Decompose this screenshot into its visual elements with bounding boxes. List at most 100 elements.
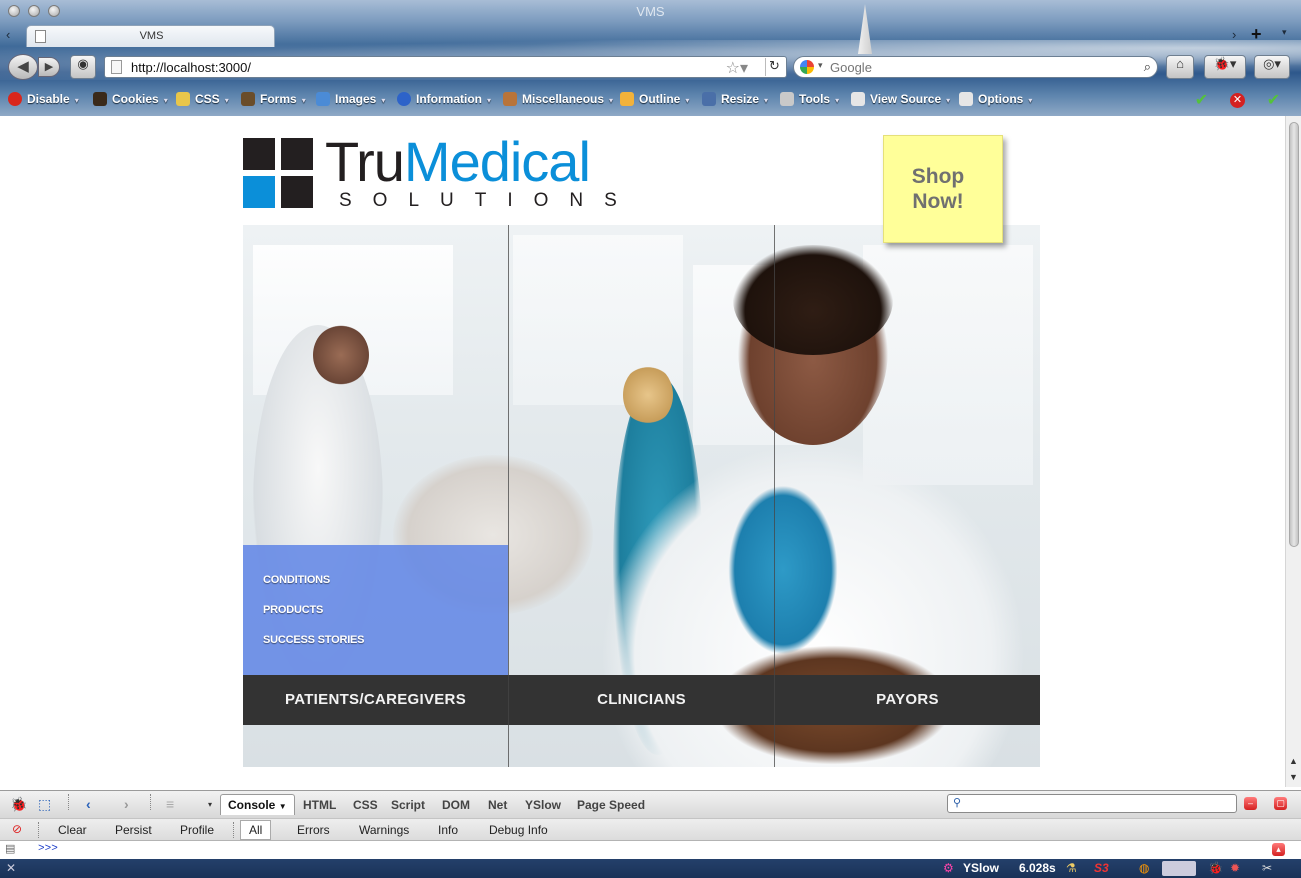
wd-tools[interactable]: Tools ▾ <box>780 92 839 106</box>
wd-disable[interactable]: Disable ▾ <box>8 92 79 106</box>
colorzilla-icon: ◎▾ <box>1263 56 1281 71</box>
css-valid-check-icon[interactable]: ✔ <box>1194 93 1209 109</box>
javascript-error-icon[interactable]: ✕ <box>1230 93 1245 108</box>
tab-scroll-left-icon[interactable]: ‹ <box>6 27 10 42</box>
clear-button[interactable]: Clear <box>58 823 87 837</box>
url-bar[interactable]: http://localhost:3000/ ☆▾ ↻ <box>104 56 787 78</box>
tab-css[interactable]: CSS <box>353 798 378 812</box>
page-scrollbar[interactable]: ▲ ▼ <box>1285 116 1301 787</box>
inspect-icon[interactable]: ⬚ <box>38 796 51 813</box>
firebug-menu-icon[interactable]: 🐞 <box>10 796 27 813</box>
break-on-error-icon[interactable]: ⊘ <box>12 822 22 836</box>
firebug-toolbar: 🐞 ⬚ ‹ › ≡ ▾ Console ▼ HTML CSS Script DO… <box>0 790 1301 818</box>
logo-word-medical: Medical <box>403 130 591 193</box>
clinicians-link[interactable]: CLINICIANS <box>509 691 774 708</box>
firebug-status-icon[interactable]: 🐞 <box>1208 861 1223 875</box>
yslow-label[interactable]: YSlow <box>963 861 999 875</box>
tab-console[interactable]: Console ▼ <box>220 794 295 815</box>
wd-label: Images <box>335 92 377 106</box>
search-input[interactable] <box>830 59 1130 75</box>
command-editor-icon[interactable]: ▤ <box>5 842 15 855</box>
wd-forms[interactable]: Forms ▾ <box>241 92 306 106</box>
back-button[interactable]: ◀ <box>8 54 38 80</box>
search-icon[interactable]: ⌕ <box>1144 59 1151 75</box>
category-bar: PATIENTS/CAREGIVERS CLINICIANS PAYORS <box>243 675 1040 725</box>
trumedical-logo[interactable]: TruMedical SOLUTIONS <box>243 134 633 212</box>
tab-scroll-right-icon[interactable]: › <box>1232 27 1236 42</box>
browser-chrome: VMS ‹ VMS › + ▾ ◀ ▶ ◉ http://localhost:3… <box>0 0 1301 116</box>
html-valid-check-icon[interactable]: ✔ <box>1266 93 1281 109</box>
firefox-icon[interactable]: ◍ <box>1139 861 1149 875</box>
forward-nav-icon[interactable]: › <box>124 796 129 812</box>
addon-menu-button[interactable]: ◎▾ <box>1254 55 1290 79</box>
tab-html[interactable]: HTML <box>303 798 336 812</box>
profile-button[interactable]: Profile <box>180 823 214 837</box>
new-tab-button[interactable]: + <box>1251 24 1262 45</box>
scissors-icon[interactable]: ✂ <box>1262 861 1272 875</box>
filter-warnings[interactable]: Warnings <box>359 823 409 837</box>
wd-miscellaneous[interactable]: Miscellaneous ▾ <box>503 92 613 106</box>
section-divider <box>508 225 509 767</box>
home-button[interactable]: ⌂ <box>1166 55 1194 79</box>
bookmark-star-icon[interactable]: ☆▾ <box>726 58 748 78</box>
wd-cookies[interactable]: Cookies ▾ <box>93 92 168 106</box>
google-engine-icon[interactable] <box>800 60 814 74</box>
minimize-panel-icon[interactable]: – <box>1244 797 1257 810</box>
back-nav-icon[interactable]: ‹ <box>86 796 91 812</box>
scroll-down-icon[interactable]: ▼ <box>1289 772 1298 782</box>
filter-errors[interactable]: Errors <box>297 823 330 837</box>
subnav-conditions-link[interactable]: CONDITIONS <box>263 574 330 586</box>
list-icon[interactable]: ≡ <box>166 796 174 812</box>
tab-yslow[interactable]: YSlow <box>525 798 561 812</box>
url-text[interactable]: http://localhost:3000/ <box>131 60 251 75</box>
expand-command-icon[interactable]: ▴ <box>1272 843 1285 856</box>
scrollbar-thumb[interactable] <box>1289 122 1299 547</box>
history-button[interactable]: ◉ <box>70 55 96 79</box>
tab-list-icon[interactable]: ▾ <box>1282 27 1287 38</box>
subnav-products-link[interactable]: PRODUCTS <box>263 604 323 616</box>
close-status-icon[interactable]: ✕ <box>6 861 16 875</box>
payors-link[interactable]: PAYORS <box>775 691 1040 708</box>
engine-dropdown-icon[interactable]: ▾ <box>818 60 823 71</box>
bug-error-icon[interactable]: ✹ <box>1230 861 1240 875</box>
forward-button[interactable]: ▶ <box>38 57 60 77</box>
chevron-down-icon: ▼ <box>278 802 287 811</box>
search-bar[interactable]: ▾ ⌕ <box>793 56 1158 78</box>
flask-icon[interactable]: ⚗ <box>1066 861 1077 875</box>
wd-outline[interactable]: Outline ▾ <box>620 92 689 106</box>
tab-page-speed[interactable]: Page Speed <box>577 798 645 812</box>
logo-wordmark: TruMedical <box>325 134 591 190</box>
subnav-success-stories-link[interactable]: SUCCESS STORIES <box>263 634 365 646</box>
wd-options[interactable]: Options ▾ <box>959 92 1032 106</box>
images-icon <box>316 92 330 106</box>
logo-square-blue <box>243 176 275 208</box>
tab-dom[interactable]: DOM <box>442 798 470 812</box>
window-title: VMS <box>636 4 665 19</box>
reload-icon[interactable]: ↻ <box>765 58 783 76</box>
tab-vms[interactable]: VMS <box>26 25 275 47</box>
wd-images[interactable]: Images ▾ <box>316 92 385 106</box>
panel-menu-icon[interactable]: ▾ <box>208 800 212 809</box>
shop-now-button[interactable]: Shop Now! <box>883 135 1003 243</box>
cookies-icon <box>93 92 107 106</box>
wd-view-source[interactable]: View Source ▾ <box>851 92 950 106</box>
screen-capture-icon[interactable] <box>1162 861 1196 876</box>
scroll-up-icon[interactable]: ▲ <box>1289 756 1298 766</box>
wd-css[interactable]: CSS ▾ <box>176 92 229 106</box>
firebug-toolbar-button[interactable]: 🐞▾ <box>1204 55 1246 79</box>
filter-debug-info[interactable]: Debug Info <box>489 823 548 837</box>
detach-panel-icon[interactable]: ▢ <box>1274 797 1287 810</box>
wd-resize[interactable]: Resize ▾ <box>702 92 768 106</box>
filter-all[interactable]: All <box>240 820 272 840</box>
console-command-line[interactable]: ▤ >>> ▴ <box>0 841 1301 859</box>
firebug-search[interactable]: ⚲ <box>947 794 1237 813</box>
filter-info[interactable]: Info <box>438 823 458 837</box>
wd-information[interactable]: Information ▾ <box>397 92 491 106</box>
s3fox-icon[interactable]: S3 <box>1094 861 1109 875</box>
patients-caregivers-link[interactable]: PATIENTS/CAREGIVERS <box>243 691 508 708</box>
firebug-search-input[interactable] <box>968 796 1228 811</box>
console-prompt: >>> <box>38 843 58 855</box>
tab-script[interactable]: Script <box>391 798 425 812</box>
persist-button[interactable]: Persist <box>115 823 152 837</box>
tab-net[interactable]: Net <box>488 798 507 812</box>
